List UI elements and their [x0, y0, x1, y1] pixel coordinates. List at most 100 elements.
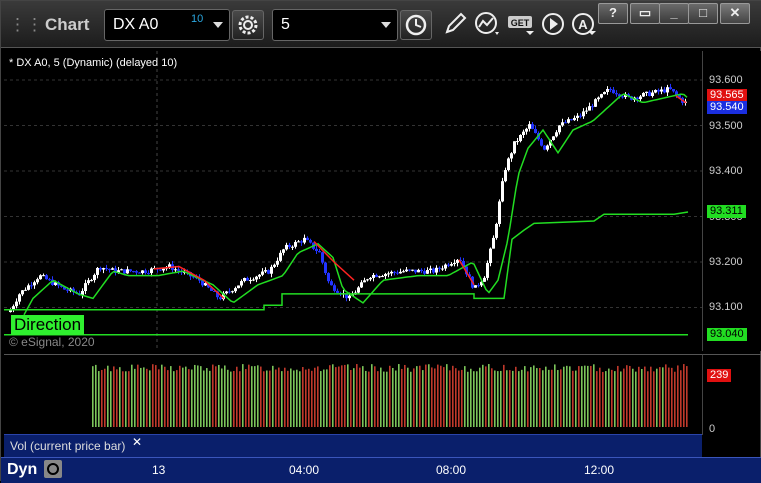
interval-select[interactable]: 5: [272, 9, 398, 41]
candle-body: [414, 269, 417, 273]
volume-bar: [269, 370, 271, 427]
candle-body: [552, 136, 555, 141]
volume-bar: [665, 364, 667, 427]
volume-axis[interactable]: 239 0: [702, 354, 761, 435]
volume-bar: [503, 364, 505, 427]
chart-window: ⋮⋮ Chart DX A0 10 5 GET A ? ▭ □ ✕ _ * DX…: [0, 0, 761, 483]
volume-bar: [218, 364, 220, 427]
volume-bar: [203, 370, 205, 427]
volume-bar: [416, 366, 418, 427]
candle-body: [282, 249, 285, 253]
chevron-down-icon[interactable]: [381, 22, 391, 28]
close-button[interactable]: ✕: [720, 3, 750, 24]
dynamic-toggle-button[interactable]: [44, 460, 62, 478]
symbol-delay-badge: 10: [191, 13, 204, 25]
candle-body: [636, 97, 639, 100]
volume-bar: [644, 366, 646, 427]
volume-bar: [626, 365, 628, 427]
volume-bar: [428, 364, 430, 427]
volume-bar: [566, 365, 568, 427]
volume-bar: [572, 370, 574, 427]
volume-bar: [308, 368, 310, 427]
clock-icon: [405, 14, 427, 36]
volume-bar: [287, 370, 289, 427]
candle-body: [393, 271, 396, 273]
volume-bar: [359, 367, 361, 427]
volume-bar: [479, 367, 481, 427]
volume-bar: [635, 371, 637, 427]
candle-body: [666, 87, 669, 93]
candle-body: [441, 268, 444, 270]
volume-bar: [365, 370, 367, 427]
volume-bar: [194, 364, 196, 427]
volume-bar: [560, 369, 562, 427]
volume-pane[interactable]: [4, 354, 702, 435]
study-label[interactable]: Vol (current price bar): [10, 439, 125, 453]
draw-button[interactable]: [441, 10, 469, 38]
candle-body: [30, 285, 33, 287]
volume-bar: [236, 366, 238, 427]
time-button[interactable]: [400, 10, 432, 40]
close-icon[interactable]: ✕: [132, 435, 142, 449]
candle-body: [579, 115, 582, 117]
volume-bar: [515, 366, 517, 427]
volume-bar: [509, 370, 511, 427]
volume-bar: [239, 371, 241, 427]
volume-bar: [401, 368, 403, 427]
time-axis[interactable]: Dyn 13 04:00 08:00 12:00: [1, 457, 761, 483]
volume-bar: [260, 366, 262, 427]
candle-body: [87, 280, 90, 284]
auto-button[interactable]: A: [570, 10, 598, 38]
play-button[interactable]: [540, 10, 568, 38]
volume-bar: [686, 366, 688, 427]
restore-button[interactable]: ▭: [630, 3, 660, 24]
candle-body: [18, 294, 21, 302]
symbol-input[interactable]: DX A0 10: [104, 9, 230, 41]
volume-bar: [185, 366, 187, 427]
candle-body: [177, 269, 180, 271]
candle-body: [645, 91, 648, 93]
candle-body: [111, 268, 114, 270]
candle-body: [102, 268, 105, 270]
volume-bar: [554, 364, 556, 427]
help-button[interactable]: ?: [598, 3, 628, 24]
chevron-down-icon[interactable]: [213, 22, 223, 28]
volume-bar: [263, 371, 265, 427]
volume-bar: [311, 370, 313, 427]
candle-body: [672, 89, 675, 92]
candle-body: [669, 87, 672, 90]
volume-bar: [149, 370, 151, 427]
volume-bar: [575, 370, 577, 427]
volume-bar: [497, 371, 499, 427]
candle-body: [273, 264, 276, 267]
volume-bar: [332, 364, 334, 427]
minimize-button[interactable]: _: [659, 3, 689, 24]
candle-body: [435, 267, 438, 273]
candle-body: [129, 269, 132, 272]
maximize-button[interactable]: □: [688, 3, 718, 24]
candle-body: [591, 106, 594, 108]
time-label: 12:00: [584, 463, 615, 477]
volume-bar: [512, 370, 514, 427]
price-pane[interactable]: [4, 51, 702, 351]
get-button[interactable]: GET: [506, 10, 534, 38]
candle-body: [411, 269, 414, 271]
candle-body: [318, 251, 321, 253]
settings-button[interactable]: [232, 10, 264, 40]
candle-body: [96, 267, 99, 275]
studies-button[interactable]: [473, 10, 501, 38]
candle-body: [612, 89, 615, 94]
volume-bar: [584, 365, 586, 427]
candle-body: [546, 145, 549, 150]
volume-bar: [299, 371, 301, 427]
volume-bar: [632, 368, 634, 427]
volume-bar: [446, 364, 448, 427]
volume-bar: [221, 368, 223, 427]
candle-body: [120, 269, 123, 271]
price-axis[interactable]: 93.600 93.500 93.400 93.300 93.200 93.10…: [702, 51, 761, 351]
volume-bar: [623, 368, 625, 427]
candle-body: [99, 267, 102, 270]
candle-body: [123, 269, 126, 274]
candle-body: [621, 96, 624, 98]
candle-body: [597, 97, 600, 100]
